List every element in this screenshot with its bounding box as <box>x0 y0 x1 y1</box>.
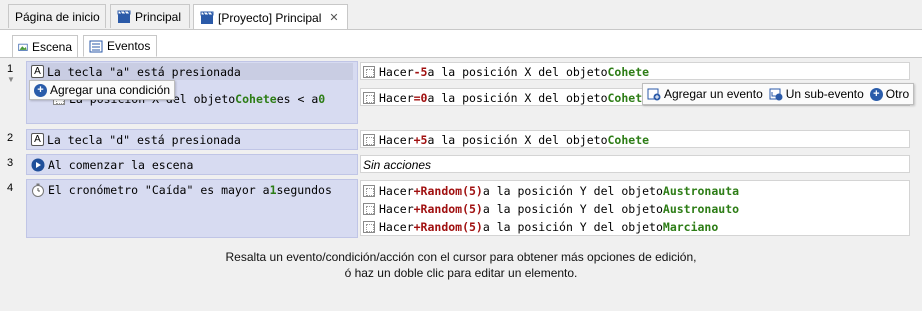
plus-icon: + <box>34 83 47 97</box>
tab-events[interactable]: Eventos <box>83 35 157 57</box>
close-icon[interactable]: ✕ <box>329 11 338 24</box>
condition-row[interactable]: A La tecla "a" está presionada <box>31 63 353 80</box>
add-event-icon <box>647 88 661 101</box>
action-row[interactable]: Hacer -5 a la posición X del objeto Cohe… <box>363 63 649 80</box>
event-number: 1 <box>7 63 14 75</box>
collapse-arrow-icon[interactable]: ▼ <box>7 75 15 84</box>
play-icon <box>31 158 45 171</box>
scene-icon <box>18 43 28 51</box>
add-sub-event-button[interactable]: Un sub-evento <box>769 87 864 101</box>
tab-start-page[interactable]: Página de inicio <box>8 4 106 28</box>
object-icon <box>363 91 375 104</box>
events-sheet: 1 ▼ A La tecla "a" está presionada La po… <box>0 58 922 311</box>
tab-principal[interactable]: Principal <box>110 4 190 28</box>
hint-line-2: ó haz un doble clic para editar un eleme… <box>344 266 578 280</box>
clapperboard-icon <box>117 10 131 23</box>
event-actions[interactable]: Hacer +5 a la posición X del objeto Cohe… <box>360 130 910 148</box>
action-row[interactable]: Hacer =0 a la posición X del objeto Cohe… <box>363 89 649 106</box>
tab-label: Página de inicio <box>15 9 100 24</box>
add-event-button[interactable]: Agregar un evento <box>647 87 763 101</box>
event-conditions[interactable]: El cronómetro "Caída" es mayor a 1 segun… <box>26 179 358 238</box>
events-list-icon <box>89 40 103 53</box>
add-actions-popup: Agregar un evento Un sub-evento + Otro <box>642 83 915 105</box>
event-conditions[interactable]: Al comenzar la escena <box>26 154 358 175</box>
condition-row[interactable]: Al comenzar la escena <box>31 156 193 173</box>
object-icon <box>363 184 375 197</box>
event-actions[interactable]: Hacer +Random(5) a la posición Y del obj… <box>360 180 910 236</box>
action-row[interactable]: Hacer +Random(5) a la posición Y del obj… <box>363 182 739 199</box>
add-other-button[interactable]: + Otro <box>869 87 909 101</box>
tab-label: Principal <box>135 9 182 24</box>
no-actions-label: Sin acciones <box>363 157 432 172</box>
action-row[interactable]: Hacer +5 a la posición X del objeto Cohe… <box>363 131 649 148</box>
editor-subtab-bar: Escena Eventos <box>0 30 922 58</box>
event-actions[interactable]: Sin acciones <box>360 155 910 173</box>
event-number: 2 <box>7 132 14 144</box>
object-icon <box>363 133 375 146</box>
plus-icon: + <box>869 87 883 101</box>
condition-row[interactable]: El cronómetro "Caída" es mayor a 1 segun… <box>31 181 332 198</box>
action-row[interactable]: Hacer +Random(5) a la posición Y del obj… <box>363 218 718 235</box>
event-number: 3 <box>7 157 14 169</box>
add-condition-button[interactable]: + Agregar una condición <box>29 80 176 100</box>
timer-icon <box>32 183 44 197</box>
tab-label: Escena <box>31 39 72 54</box>
keyboard-key-icon: A <box>31 65 44 78</box>
object-icon <box>363 220 375 233</box>
sub-event-icon <box>769 88 783 101</box>
keyboard-key-icon: A <box>31 133 44 146</box>
tab-label: Eventos <box>107 39 151 53</box>
action-row[interactable]: Hacer +Random(5) a la posición Y del obj… <box>363 200 739 217</box>
document-tab-bar: Página de inicio Principal [Proyecto] Pr… <box>0 0 922 30</box>
event-actions[interactable]: Hacer -5 a la posición X del objeto Cohe… <box>360 62 910 80</box>
hint-line-1: Resalta un evento/condición/acción con e… <box>225 250 697 264</box>
event-number: 4 <box>7 182 14 194</box>
tab-scene[interactable]: Escena <box>12 35 78 57</box>
object-icon <box>363 65 375 78</box>
tab-label: [Proyecto] Principal <box>218 10 322 25</box>
tab-project-principal[interactable]: [Proyecto] Principal ✕ <box>193 4 348 30</box>
event-conditions[interactable]: A La tecla "d" está presionada <box>26 129 358 150</box>
object-icon <box>363 202 375 215</box>
condition-row[interactable]: A La tecla "d" está presionada <box>31 131 241 148</box>
clapperboard-icon <box>200 11 214 24</box>
